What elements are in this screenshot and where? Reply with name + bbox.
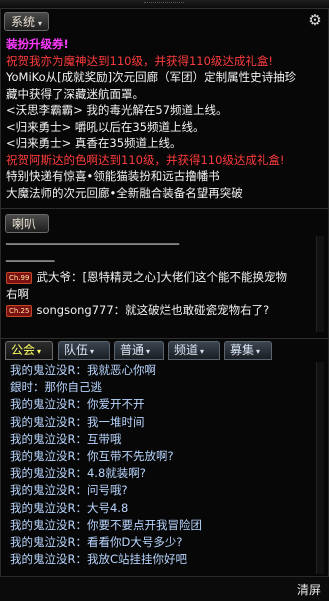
horn-message-list: ───────────────────────── ─────── Ch.99 武大… xyxy=(6,236,324,319)
horn-tab-button[interactable]: 喇叭 xyxy=(5,214,49,233)
guild-scrollbar[interactable] xyxy=(316,362,324,574)
chevron-down-icon: ▾ xyxy=(146,347,151,356)
chevron-down-icon: ▾ xyxy=(38,19,43,28)
chevron-down-icon: ▾ xyxy=(90,347,95,356)
system-message: 装扮升级券! xyxy=(6,37,69,51)
horn-message-text: ─────── xyxy=(6,253,55,268)
chat-channel-tab-label: 普通 xyxy=(120,343,145,357)
guild-message: 銀时：那你自己逃 xyxy=(10,380,102,395)
clear-screen-button[interactable]: 清屏 xyxy=(297,581,321,598)
window-drag-handle[interactable] xyxy=(0,0,329,9)
guild-message: 我的鬼泣没R：大号4.8 xyxy=(10,500,129,515)
horn-scrollbar[interactable] xyxy=(316,236,324,332)
system-message: <归来勇士> 真香在35频道上线。 xyxy=(6,136,182,150)
guild-message: 我的鬼泣没R：互带哦 xyxy=(10,431,122,446)
guild-message: 我的鬼泣没R：问号哦? xyxy=(10,483,128,498)
horn-message-text: songsong777：就这破烂也敢碰瓷宠物右了? xyxy=(36,303,270,317)
chat-channel-tab[interactable]: 公会 ▾ xyxy=(5,341,53,360)
horn-message-text: ───────────────────────── xyxy=(6,237,180,251)
horn-message: ───────────────────────── xyxy=(6,236,324,253)
chat-channel-tab-label: 公会 xyxy=(11,343,36,357)
chat-channel-tab[interactable]: 频道 ▾ xyxy=(168,341,220,360)
system-message: YoMiKo从[成就奖励]次元回廊（军团）定制属性史诗抽珍 xyxy=(6,70,297,84)
chat-channel-tab[interactable]: 募集 ▾ xyxy=(224,341,272,360)
system-message: <沃思李霸霸> 我的毒光解在57频道上线。 xyxy=(6,103,228,117)
guild-message: 我的鬼泣没R：你互带不先放啊? xyxy=(10,449,174,464)
system-message: 藏中获得了深藏迷航面罩。 xyxy=(6,86,144,101)
horn-message: ─────── xyxy=(6,253,324,270)
chat-channel-tab-label: 募集 xyxy=(230,343,255,357)
horn-tab-label: 喇叭 xyxy=(12,217,37,231)
chat-channel-tab[interactable]: 队伍 ▾ xyxy=(58,341,110,360)
system-message: 特别快递有惊喜•领能猫装扮和远古撸幡书 xyxy=(6,169,220,183)
guild-message: 我的鬼泣没R：你要不要点开我冒险团 xyxy=(10,517,202,532)
guild-message: 我的鬼泣没R：4.8就装啊? xyxy=(10,466,146,481)
horn-message-text: 右啊 xyxy=(6,286,29,301)
guild-message-list: 我的鬼泣没R：我就恶心你啊 銀时：那你自己逃 我的鬼泣没R：你爱开不开 我的鬼泣没R：… xyxy=(10,362,324,568)
system-message: 祝贺我亦为魔神达到110级，并获得110级达成礼盒! xyxy=(6,53,274,68)
system-message: 大魔法师的次元回廊•全新融合装备名望再突破 xyxy=(6,185,243,200)
horn-message: 右啊 xyxy=(6,286,324,303)
system-message-list: 装扮升级券! 祝贺我亦为魔神达到110级，并获得110级达成礼盒! YoMiKo从[… xyxy=(6,36,324,201)
system-message: <归来勇士> 嚼吼以后在35频道上线。 xyxy=(6,119,205,134)
system-tab-label: 系统 xyxy=(11,15,36,29)
guild-message: 我的鬼泣没R：我放C站挂挂你好吧 xyxy=(10,552,188,567)
horn-message-text: 武大爷：[恩特精灵之心]大佬们这个能不能换宠物 xyxy=(36,270,287,284)
bottom-bar: 清屏 xyxy=(0,576,329,601)
chevron-down-icon: ▾ xyxy=(256,347,261,356)
system-message: 祝贺阿斯达的色啊达到110级，并获得110级达成礼盒! xyxy=(6,152,285,167)
guild-message: 我的鬼泣没R：看看你D大号多少? xyxy=(10,535,183,550)
chevron-down-icon: ▾ xyxy=(200,347,205,356)
horn-message: Ch.99 武大爷：[恩特精灵之心]大佬们这个能不能换宠物 xyxy=(6,269,324,286)
guild-message: 我的鬼泣没R：你爱开不开 xyxy=(10,397,145,412)
guild-message: 我的鬼泣没R：我就恶心你啊 xyxy=(10,363,156,377)
gear-icon[interactable]: ⚙ xyxy=(307,12,323,28)
chat-channel-tab[interactable]: 普通 ▾ xyxy=(114,341,164,360)
channel-badge: Ch.99 xyxy=(6,271,33,284)
chevron-down-icon: ▾ xyxy=(37,347,42,356)
guild-message: 我的鬼泣没R：我一堆时间 xyxy=(10,414,145,429)
chat-channel-tab-label: 队伍 xyxy=(64,343,89,357)
horn-message: Ch.25 songsong777：就这破烂也敢碰瓷宠物右了? xyxy=(6,302,324,319)
channel-badge: Ch.25 xyxy=(6,304,33,317)
system-tab-button[interactable]: 系统 ▾ xyxy=(4,12,50,31)
chat-channel-tab-label: 频道 xyxy=(174,343,199,357)
